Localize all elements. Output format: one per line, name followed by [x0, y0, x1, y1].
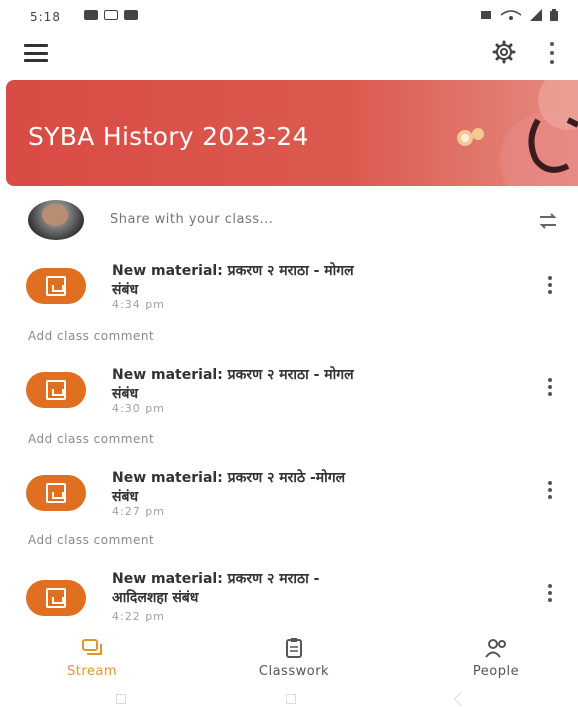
alarm-icon	[481, 11, 491, 19]
post-title-line: New material: प्रकरण २ मराठा - मोगल	[112, 263, 354, 279]
people-icon	[484, 636, 508, 660]
post-time: 4:27 pm	[112, 505, 165, 518]
share-row	[0, 196, 578, 248]
bottom-navigation: Stream Classwork People	[0, 636, 578, 688]
tab-label: Stream	[66, 664, 118, 679]
signal-icon	[530, 9, 542, 21]
material-icon	[26, 372, 86, 408]
more-vertical-icon[interactable]	[548, 42, 556, 64]
banner-illustration	[457, 80, 578, 186]
class-banner: SYBA History 2023-24	[6, 80, 578, 186]
tab-label: Classwork	[258, 664, 330, 679]
post-title-line: New material: प्रकरण २ मराठा -	[112, 571, 320, 587]
post-title-line: आदिलशहा संबंध	[112, 590, 199, 606]
post-more-icon[interactable]	[546, 378, 554, 396]
material-icon	[26, 580, 86, 616]
stream-post[interactable]: New material: प्रकरण २ मराठा - आदिलशहा स…	[0, 570, 578, 630]
notification-icons	[84, 10, 138, 20]
material-icon	[26, 475, 86, 511]
battery-icon	[550, 9, 558, 21]
post-time: 4:30 pm	[112, 402, 165, 415]
repost-icon[interactable]	[536, 210, 560, 232]
stream-post[interactable]: New material: प्रकरण २ मराठे -मोगल संबंध…	[0, 465, 578, 555]
notification-icon	[104, 10, 118, 20]
add-class-comment[interactable]: Add class comment	[28, 329, 154, 343]
app-notification-icon	[124, 10, 138, 20]
post-title: New material: प्रकरण २ मराठा - मोगल संबं…	[112, 366, 512, 404]
hamburger-menu-icon[interactable]	[24, 44, 48, 62]
post-more-icon[interactable]	[546, 276, 554, 294]
back-button[interactable]	[453, 691, 469, 707]
post-title: New material: प्रकरण २ मराठे -मोगल संबंध	[112, 469, 512, 507]
stream-post[interactable]: New material: प्रकरण २ मराठा - मोगल संबं…	[0, 258, 578, 348]
post-more-icon[interactable]	[546, 481, 554, 499]
app-bar	[0, 32, 578, 76]
material-icon	[26, 268, 86, 304]
tab-label: People	[472, 664, 520, 679]
add-class-comment[interactable]: Add class comment	[28, 432, 154, 446]
post-more-icon[interactable]	[546, 584, 554, 602]
message-icon	[84, 10, 98, 20]
avatar[interactable]	[28, 200, 84, 240]
share-input[interactable]	[110, 212, 490, 227]
tab-stream[interactable]: Stream	[32, 636, 152, 679]
wifi-icon	[500, 10, 522, 20]
status-time: 5:18	[30, 10, 61, 24]
post-title-line: संबंध	[112, 386, 139, 402]
post-title-line: संबंध	[112, 489, 139, 505]
post-title: New material: प्रकरण २ मराठा - आदिलशहा स…	[112, 570, 512, 608]
post-title-line: New material: प्रकरण २ मराठे -मोगल	[112, 470, 346, 486]
tab-people[interactable]: People	[436, 636, 556, 679]
system-status-icons	[480, 9, 558, 21]
add-class-comment[interactable]: Add class comment	[28, 533, 154, 547]
status-bar: 5:18	[0, 0, 578, 32]
recent-apps-button[interactable]	[116, 694, 126, 704]
home-button[interactable]	[286, 694, 296, 704]
stream-icon	[81, 636, 103, 660]
post-time: 4:34 pm	[112, 298, 165, 311]
stream-post[interactable]: New material: प्रकरण २ मराठा - मोगल संबं…	[0, 362, 578, 452]
system-navigation	[0, 690, 578, 707]
post-title: New material: प्रकरण २ मराठा - मोगल संबं…	[112, 262, 512, 300]
tab-classwork[interactable]: Classwork	[234, 636, 354, 679]
class-title: SYBA History 2023-24	[28, 122, 309, 151]
post-time: 4:22 pm	[112, 610, 165, 623]
post-title-line: संबंध	[112, 282, 139, 298]
post-title-line: New material: प्रकरण २ मराठा - मोगल	[112, 367, 354, 383]
gear-icon[interactable]	[492, 40, 516, 64]
classwork-icon	[285, 636, 303, 660]
